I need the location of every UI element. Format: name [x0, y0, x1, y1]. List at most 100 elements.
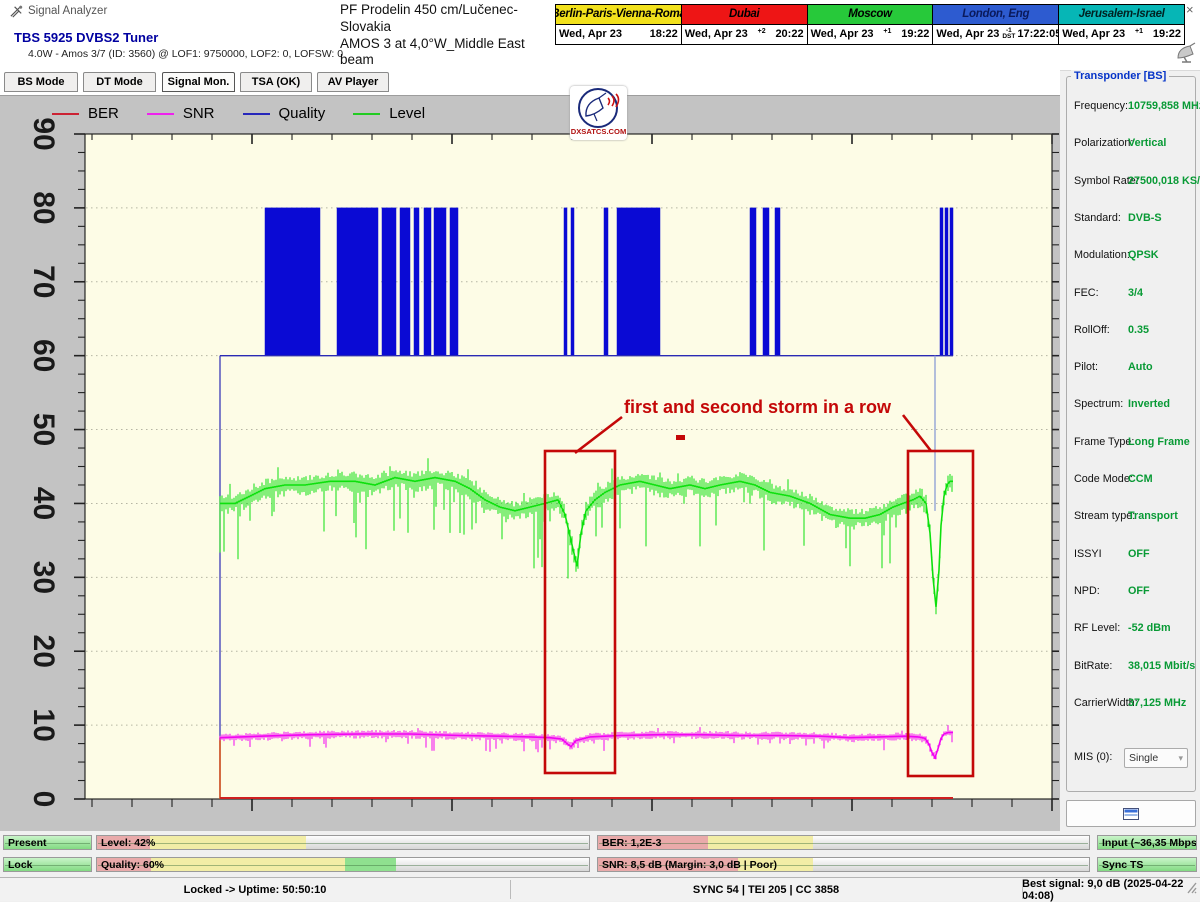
tp-value-5: 3/4	[1128, 287, 1143, 299]
status-strip: Locked -> Uptime: 50:50:10 SYNC 54 | TEI…	[0, 877, 1200, 901]
input-label: Input (~36,35 Mbps)	[1102, 837, 1197, 849]
status-divider	[1022, 880, 1023, 899]
clock-3: London, Eng Wed, Apr 23-1DST17:22:05	[933, 5, 1059, 44]
clock-city: Berlin-Paris-Vienna-Roma	[556, 5, 681, 25]
clock-dst-label: DST	[1002, 34, 1015, 41]
clock-time: 17:22:05	[1017, 28, 1061, 40]
bar-groove	[98, 843, 588, 844]
mis-label: MIS (0):	[1074, 751, 1112, 763]
level-label: Level: 42%	[101, 837, 155, 849]
quality-block	[434, 208, 446, 356]
tp-value-6: 0.35	[1128, 324, 1149, 336]
site-line-1: PF Prodelin 450 cm/Lučenec-Slovakia	[340, 2, 554, 36]
level-bar: Level: 42%	[96, 835, 590, 850]
clock-time-row: Wed, Apr 23+119:22	[1059, 25, 1184, 44]
tab-tsa-ok-[interactable]: TSA (OK)	[240, 72, 312, 92]
logo-text: DXSATCS.COM	[571, 127, 627, 136]
tp-label-15: BitRate:	[1074, 660, 1112, 672]
present-bar: Present	[3, 835, 92, 850]
sync-bar: Sync TS	[1097, 857, 1197, 872]
tp-value-12: OFF	[1128, 548, 1150, 560]
quality-block	[400, 208, 410, 356]
clock-1: DubaiWed, Apr 23+220:22	[682, 5, 808, 44]
quality-block	[571, 208, 574, 356]
tp-label-14: RF Level:	[1074, 622, 1120, 634]
quality-block	[414, 208, 419, 356]
sync-label: Sync TS	[1102, 859, 1143, 871]
snr-label: SNR: 8,5 dB (Margin: 3,0 dB | Poor)	[602, 859, 777, 871]
clock-2: MoscowWed, Apr 23+119:22	[808, 5, 934, 44]
tp-value-9: Long Frame	[1128, 436, 1190, 448]
quality-block	[450, 208, 458, 356]
quality-label: Quality: 60%	[101, 859, 164, 871]
snr-bar: SNR: 8,5 dB (Margin: 3,0 dB | Poor)	[597, 857, 1090, 872]
quality-block	[950, 208, 953, 356]
clock-4: Jerusalem-IsraelWed, Apr 23+119:22	[1059, 5, 1184, 44]
tab-signal-mon-[interactable]: Signal Mon.	[162, 72, 235, 92]
y-axis-label: 30	[27, 561, 60, 594]
tp-label-4: Modulation:	[1074, 249, 1130, 261]
satellite-dish-icon	[1174, 40, 1198, 64]
ber-label: BER: 1,2E-3	[602, 837, 662, 849]
site-line-2: AMOS 3 at 4,0°W_Middle East beam	[340, 36, 554, 70]
window-title: Signal Analyzer	[28, 5, 107, 17]
tab-av-player[interactable]: AV Player	[317, 72, 389, 92]
quality-block	[940, 208, 943, 356]
clock-city: London, Eng	[933, 5, 1058, 25]
tp-label-10: Code Mode:	[1074, 473, 1133, 485]
clock-time-row: Wed, Apr 23+119:22	[808, 25, 933, 44]
status-sync: SYNC 54 | TEI 205 | CC 3858	[510, 878, 1022, 901]
clock-time: 20:22	[775, 28, 803, 40]
signal-chart: 0102030405060708090first and second stor…	[0, 96, 1060, 831]
tab-bar: BS ModeDT Mode Signal Mon.TSA (OK)AV Play…	[0, 70, 1060, 95]
clock-city: Moscow	[808, 5, 933, 25]
y-axis-label: 80	[27, 191, 60, 224]
status-divider	[510, 880, 511, 899]
clock-offset: +2	[758, 28, 766, 35]
status-uptime: Locked -> Uptime: 50:50:10	[0, 878, 510, 901]
input-bar: Input (~36,35 Mbps)	[1097, 835, 1197, 850]
tp-value-16: 37,125 MHz	[1128, 697, 1186, 709]
clock-date: Wed, Apr 23	[936, 28, 999, 40]
tp-label-6: RollOff:	[1074, 324, 1110, 336]
quality-block	[604, 208, 608, 356]
tp-label-3: Standard:	[1074, 212, 1121, 224]
clock-date: Wed, Apr 23	[1062, 28, 1125, 40]
clock-offset: +1	[1135, 28, 1143, 35]
quality-block	[763, 208, 769, 356]
quality-block	[775, 208, 780, 356]
tp-value-2: 27500,018 KS/s	[1128, 175, 1200, 187]
stream-view-icon	[1123, 808, 1139, 820]
tp-value-3: DVB-S	[1128, 212, 1162, 224]
tab-bs-mode[interactable]: BS Mode	[4, 72, 78, 92]
clock-date: Wed, Apr 23	[559, 28, 622, 40]
bar-groove	[98, 865, 588, 866]
y-axis-label: 10	[27, 708, 60, 741]
side-action-button[interactable]	[1066, 800, 1196, 827]
y-axis-label: 40	[27, 487, 60, 520]
clock-time-row: Wed, Apr 23 +2 20:22	[682, 25, 807, 44]
close-icon[interactable]: ×	[1186, 2, 1194, 17]
status-best-signal: Best signal: 9,0 dB (2025-04-22 04:08)	[1022, 878, 1185, 901]
clock-offset-dst: -1DST	[1002, 28, 1015, 41]
clock-date: Wed, Apr 23	[685, 28, 748, 40]
chevron-down-icon: ▾	[1178, 753, 1183, 764]
tp-label-8: Spectrum:	[1074, 398, 1123, 410]
tp-label-0: Frequency:	[1074, 100, 1128, 112]
tp-value-7: Auto	[1128, 361, 1153, 373]
tp-value-15: 38,015 Mbit/s	[1128, 660, 1195, 672]
mis-value: Single	[1129, 752, 1158, 764]
present-label: Present	[8, 837, 47, 849]
chart-panel: BERSNRQualityLevel 0102030405060708090fi…	[0, 95, 1060, 831]
storm-annotation-text: first and second storm in a row	[624, 397, 892, 417]
mis-dropdown[interactable]: Single ▾	[1124, 748, 1188, 768]
satellite-app-icon	[9, 4, 24, 19]
tp-label-12: ISSYI	[1074, 548, 1102, 560]
quality-block	[750, 208, 756, 356]
resize-grip[interactable]	[1186, 881, 1198, 895]
dxsatcs-logo: DXSATCS.COM	[570, 86, 627, 140]
tab-dt-mode[interactable]: DT Mode	[83, 72, 156, 92]
y-axis-label: 90	[27, 117, 60, 150]
tp-label-5: FEC:	[1074, 287, 1099, 299]
tp-value-1: Vertical	[1128, 137, 1166, 149]
